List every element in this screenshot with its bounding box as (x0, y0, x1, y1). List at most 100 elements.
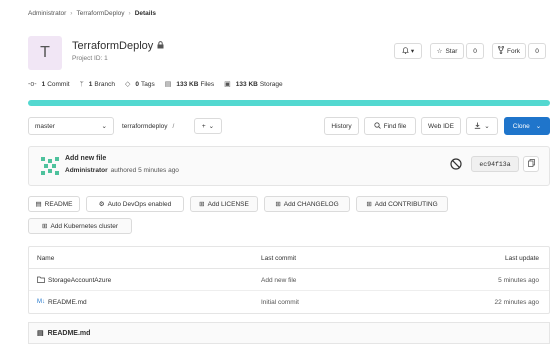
branches-stat[interactable]: ᛘ 1 Branch (80, 81, 115, 88)
add-license-label: Add LICENSE (207, 200, 249, 208)
commits-count: 1 (41, 80, 46, 88)
readme-button[interactable]: ▤ README (28, 196, 80, 212)
copy-icon (527, 159, 535, 169)
history-button[interactable]: History (324, 117, 359, 135)
files-label: Files (200, 80, 215, 88)
plus-icon: + (201, 122, 206, 130)
chevron-down-icon: ⌄ (208, 123, 215, 130)
readme-panel-header: ▤ README.md (28, 322, 550, 344)
commits-label: Commit (47, 80, 70, 88)
commit-meta: Administrator authored 5 minutes ago (65, 167, 179, 174)
last-commit-panel: Add new file Administrator authored 5 mi… (28, 146, 550, 186)
file-name-cell[interactable]: StorageAccountAzure (37, 269, 111, 291)
path-breadcrumb: terraformdeploy / (122, 117, 179, 135)
chevron-down-icon: ⌄ (484, 123, 490, 130)
download-icon (474, 122, 481, 131)
pipeline-status-icon[interactable] (450, 158, 462, 172)
notification-button[interactable]: ▾ (394, 43, 422, 59)
breadcrumb-separator: › (128, 10, 131, 17)
project-id: Project ID: 1 (72, 55, 108, 62)
chevron-down-icon: ⌄ (101, 123, 107, 130)
last-commit-cell[interactable]: Add new file (261, 269, 296, 291)
storage-label: Storage (259, 80, 283, 88)
column-last-update: Last update (505, 254, 539, 262)
repository-language-bar (28, 100, 550, 106)
fork-button[interactable]: Fork (492, 43, 526, 59)
find-file-button[interactable]: Find file (364, 117, 416, 135)
fork-icon (497, 45, 505, 56)
table-header: Name Last commit Last update (29, 247, 549, 269)
project-name: TerraformDeploy (72, 40, 154, 52)
add-contributing-button[interactable]: ⊞ Add CONTRIBUTING (356, 196, 448, 212)
file-name[interactable]: README.md (48, 299, 87, 306)
readme-button-label: README (44, 200, 73, 208)
fork-label: Fork (507, 47, 520, 55)
readme-filename[interactable]: README.md (48, 330, 91, 337)
breadcrumb-administrator[interactable]: Administrator (28, 10, 66, 17)
add-license-button[interactable]: ⊞ Add LICENSE (190, 196, 258, 212)
download-button[interactable]: ⌄ (466, 117, 498, 135)
file-tree-table: Name Last commit Last update StorageAcco… (28, 246, 550, 314)
branch-name: master (35, 122, 55, 130)
breadcrumb: Administrator › TerraformDeploy › Detail… (28, 10, 156, 17)
last-update-cell: 22 minutes ago (494, 298, 539, 306)
last-commit-cell[interactable]: Initial commit (261, 291, 299, 313)
path-root[interactable]: terraformdeploy (122, 123, 168, 130)
commit-sha[interactable]: ec94f13a (471, 156, 519, 172)
chevron-down-icon: ⌄ (535, 123, 542, 130)
file-icon: ▤ (164, 81, 172, 88)
add-kubernetes-label: Add Kubernetes cluster (50, 222, 119, 230)
plus-icon: ⊞ (275, 201, 281, 208)
branches-label: Branch (94, 80, 116, 88)
folder-icon (37, 276, 45, 285)
gear-icon: ⚙ (98, 201, 105, 208)
lock-icon (157, 41, 164, 51)
branch-selector[interactable]: master ⌄ (28, 117, 114, 135)
files-stat[interactable]: ▤ 133 KB Files (164, 80, 215, 89)
tags-label: Tags (141, 80, 155, 88)
branches-count: 1 (88, 80, 93, 88)
breadcrumb-details[interactable]: Details (135, 10, 156, 17)
table-row[interactable]: StorageAccountAzure Add new file 5 minut… (29, 269, 549, 291)
project-title: TerraformDeploy (72, 40, 164, 52)
file-name-cell[interactable]: M↓ README.md (37, 291, 87, 313)
commits-stat[interactable]: -o- 1 Commit (28, 81, 70, 88)
project-avatar: T (28, 36, 62, 70)
star-count[interactable]: 0 (466, 43, 484, 59)
add-changelog-label: Add CHANGELOG (283, 200, 339, 208)
files-size: 133 KB (176, 80, 199, 88)
copy-sha-button[interactable] (523, 156, 539, 172)
chevron-down-icon: ▾ (410, 48, 415, 55)
web-ide-button[interactable]: Web IDE (421, 117, 461, 135)
fork-count[interactable]: 0 (528, 43, 546, 59)
star-button[interactable]: ☆ Star (430, 43, 464, 59)
add-changelog-button[interactable]: ⊞ Add CHANGELOG (264, 196, 350, 212)
last-update-cell: 5 minutes ago (498, 276, 539, 284)
find-file-label: Find file (383, 122, 407, 130)
plus-icon: ⊞ (366, 201, 372, 208)
plus-icon: ⊞ (199, 201, 205, 208)
commit-title[interactable]: Add new file (65, 155, 106, 162)
clone-label: Clone (512, 122, 530, 130)
tag-icon: ◇ (125, 81, 131, 88)
add-kubernetes-button[interactable]: ⊞ Add Kubernetes cluster (28, 218, 132, 234)
search-icon (374, 121, 381, 131)
tags-stat[interactable]: ◇ 0 Tags (125, 80, 155, 89)
add-to-tree-button[interactable]: + ⌄ (194, 118, 222, 134)
commit-author[interactable]: Administrator (65, 167, 108, 174)
breadcrumb-project[interactable]: TerraformDeploy (76, 10, 124, 17)
auto-devops-button[interactable]: ⚙ Auto DevOps enabled (86, 196, 184, 212)
plus-icon: ⊞ (41, 223, 48, 230)
file-name[interactable]: StorageAccountAzure (48, 277, 111, 284)
storage-icon: ▣ (224, 81, 231, 88)
user-avatar (39, 155, 61, 177)
column-last-commit: Last commit (261, 254, 297, 262)
markdown-icon: M↓ (37, 299, 45, 305)
project-stats: -o- 1 Commit ᛘ 1 Branch ◇ 0 Tags ▤ 133 K… (28, 80, 293, 89)
tags-count: 0 (135, 80, 140, 88)
storage-stat[interactable]: ▣ 133 KB Storage (224, 80, 283, 89)
path-separator: / (172, 122, 175, 130)
table-row[interactable]: M↓ README.md Initial commit 22 minutes a… (29, 291, 549, 313)
clone-button[interactable]: Clone ⌄ (504, 117, 550, 135)
star-icon: ☆ (436, 48, 443, 55)
